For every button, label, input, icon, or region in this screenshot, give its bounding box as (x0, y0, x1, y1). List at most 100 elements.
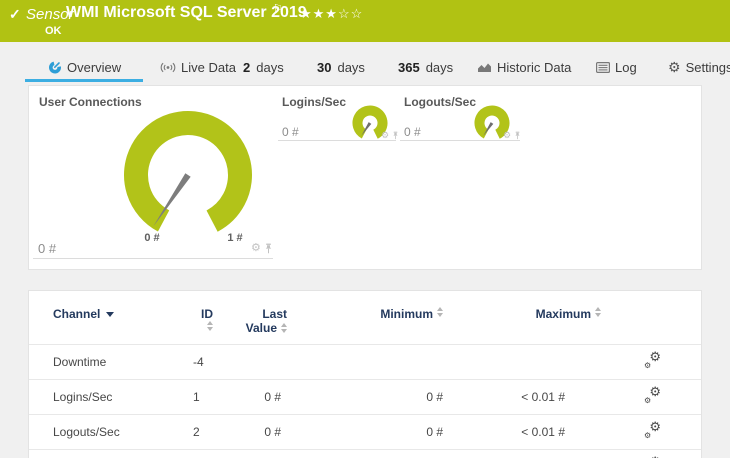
channel-table: Channel ID Last Value Minimum Maximum Do… (29, 291, 701, 458)
prtg-sensor-page: ✓ Sensor WMI Microsoft SQL Server 2019 ⚐… (0, 0, 730, 458)
column-header-last-value[interactable]: Last Value (243, 291, 311, 345)
tab-30-days[interactable]: 30 days (317, 56, 365, 78)
tab-historic-data[interactable]: Historic Data (477, 56, 571, 78)
column-label: Value (245, 321, 277, 335)
channel-settings-icon[interactable]: ⚙ ⚙ (644, 385, 661, 405)
gauge-icon (48, 60, 62, 74)
table-header-row: Channel ID Last Value Minimum Maximum (29, 291, 701, 345)
status-badge: OK (45, 25, 62, 37)
column-header-maximum[interactable]: Maximum (443, 291, 601, 345)
primary-gauge-value: 0 # (38, 241, 57, 256)
channel-settings-icon[interactable]: ⚙ ⚙ (644, 350, 661, 370)
table-row: Logouts/Sec 2 0 # 0 # < 0.01 # ⚙ ⚙ (29, 414, 701, 450)
pin-icon[interactable] (514, 131, 521, 140)
tab-settings[interactable]: ⚙ Settings (668, 56, 730, 78)
sort-icon (281, 323, 287, 333)
channel-settings-icon[interactable]: ⚙ ⚙ (644, 420, 661, 440)
log-icon (596, 61, 610, 73)
column-header-edit (601, 291, 701, 345)
logins-gauge-tools: ⚙ (381, 131, 399, 140)
column-label: Maximum (535, 307, 591, 321)
flag-icon[interactable]: ⚐ (273, 2, 283, 15)
tab-label: Log (615, 59, 637, 75)
minimum-cell: 0 # (311, 414, 443, 450)
last-value-cell: 0 # (243, 414, 311, 450)
primary-gauge (123, 111, 252, 239)
area-chart-icon (477, 61, 492, 73)
channel-name-cell[interactable]: User Connections (29, 449, 193, 458)
channel-name-cell[interactable]: Downtime (29, 344, 193, 380)
sort-desc-caret-icon (106, 312, 115, 317)
priority-stars[interactable]: ★★★☆☆ (300, 6, 363, 22)
pin-icon[interactable] (392, 131, 399, 140)
tab-label: Historic Data (497, 59, 572, 75)
pin-icon[interactable] (264, 243, 273, 254)
channel-table-panel: Channel ID Last Value Minimum Maximum Do… (28, 290, 702, 458)
maximum-cell: < 0.01 # (443, 414, 601, 450)
column-label: ID (201, 307, 213, 321)
last-value-cell (243, 344, 311, 380)
logouts-gauge-title: Logouts/Sec (404, 95, 477, 109)
tab-label: Settings (685, 59, 730, 75)
gear-icon[interactable]: ⚙ (381, 131, 389, 140)
logins-gauge-title: Logins/Sec (282, 95, 347, 109)
minimum-cell (311, 344, 443, 380)
column-header-minimum[interactable]: Minimum (311, 291, 443, 345)
last-value-cell: 0 # (243, 449, 311, 458)
cell-divider (33, 258, 273, 259)
tab-overview[interactable]: Overview (48, 56, 121, 78)
minimum-cell: 0 # (311, 379, 443, 415)
tab-2-days[interactable]: 2 days (243, 56, 284, 78)
channel-id-cell: 2 (193, 414, 243, 450)
column-label: Minimum (380, 307, 433, 321)
tab-label: days (337, 59, 365, 75)
tab-label: Live Data (181, 59, 236, 75)
page-title: WMI Microsoft SQL Server 2019 (66, 4, 307, 21)
table-row: User Connections 0 0 # 0 # 0 # ⚙⚙ (29, 449, 701, 458)
column-label: Channel (53, 307, 101, 321)
sort-icon (207, 321, 213, 331)
tab-365-days[interactable]: 365 days (398, 56, 453, 78)
channel-name-cell[interactable]: Logouts/Sec (29, 414, 193, 450)
tab-number: 365 (398, 59, 420, 75)
maximum-cell: < 0.01 # (443, 379, 601, 415)
cell-divider (278, 140, 396, 141)
active-tab-indicator (25, 79, 143, 82)
maximum-cell (443, 344, 601, 380)
tab-live-data[interactable]: Live Data (160, 56, 236, 78)
logouts-gauge-tools: ⚙ (503, 131, 521, 140)
column-header-channel[interactable]: Channel (29, 291, 193, 345)
cell-divider (400, 140, 520, 141)
column-label: Last (262, 307, 287, 321)
tab-number: 2 (243, 59, 251, 75)
tab-label: days (425, 59, 454, 75)
last-value-cell: 0 # (243, 379, 311, 415)
gear-icon[interactable]: ⚙ (503, 131, 511, 140)
tab-label: days (256, 59, 284, 75)
tab-log[interactable]: Log (596, 56, 637, 78)
primary-gauge-tools: ⚙ (251, 243, 273, 254)
gauges-panel: User Connections 0 # 1 # 0 # ⚙ Logins/Se… (28, 85, 702, 270)
table-row: Logins/Sec 1 0 # 0 # < 0.01 # ⚙ ⚙ (29, 379, 701, 415)
channel-id-cell: 0 (193, 449, 243, 458)
tab-label: Overview (67, 59, 122, 75)
table-row: Downtime -4 ⚙ ⚙ (29, 344, 701, 380)
sort-icon (437, 307, 443, 317)
sort-icon (595, 307, 601, 317)
minimum-cell: 0 # (311, 449, 443, 458)
gauge-scale-min: 0 # (144, 232, 160, 244)
logins-gauge-value: 0 # (282, 125, 299, 139)
tab-bar: Overview Live Data 2 days 30 days 365 da… (0, 42, 730, 85)
broadcast-icon (160, 61, 176, 74)
logouts-gauge-value: 0 # (404, 125, 421, 139)
column-header-id[interactable]: ID (193, 291, 243, 345)
sensor-header: ✓ Sensor WMI Microsoft SQL Server 2019 ⚐… (0, 0, 730, 42)
status-ok-check-icon: ✓ (9, 6, 21, 22)
channel-name-cell[interactable]: Logins/Sec (29, 379, 193, 415)
gear-icon[interactable]: ⚙ (251, 243, 261, 254)
channel-id-cell: -4 (193, 344, 243, 380)
maximum-cell: 0 # (443, 449, 601, 458)
channel-id-cell: 1 (193, 379, 243, 415)
gear-icon: ⚙ (668, 58, 681, 75)
tab-number: 30 (317, 59, 332, 75)
